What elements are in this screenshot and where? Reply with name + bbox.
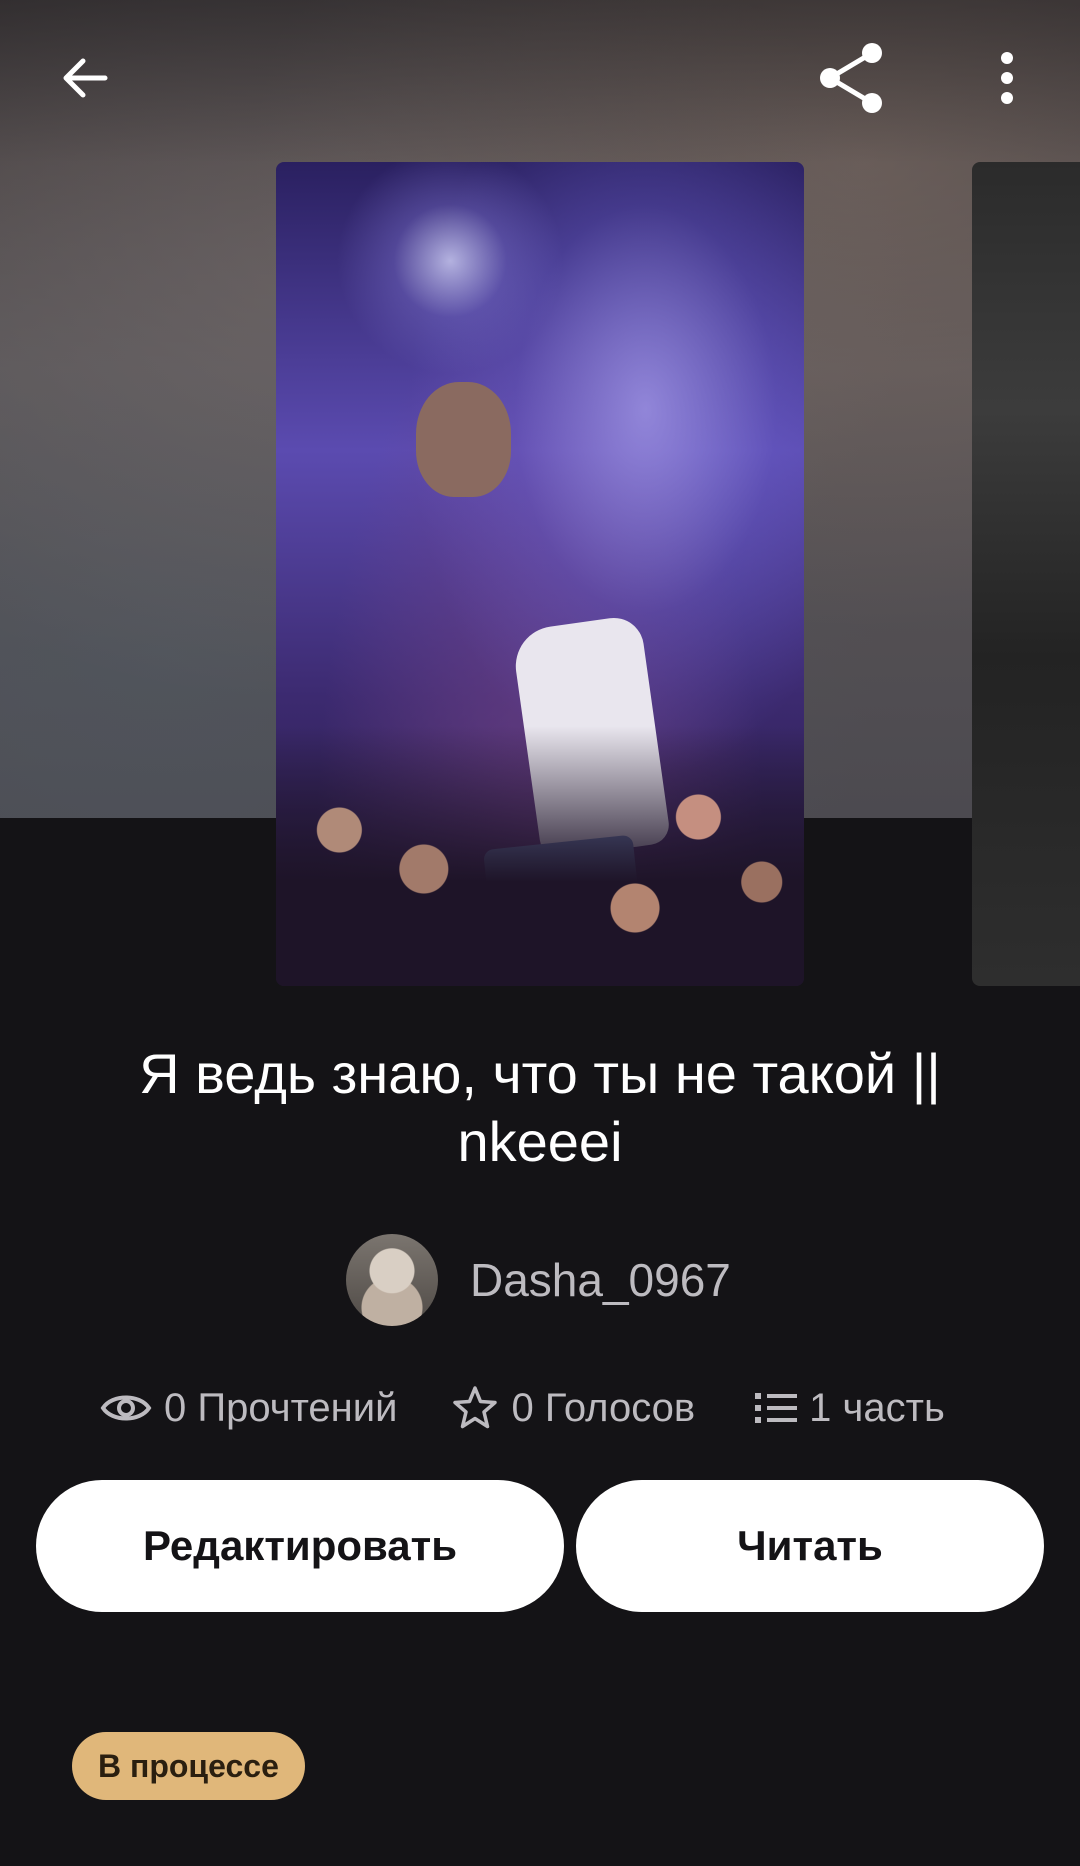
next-story-cover[interactable]	[972, 162, 1080, 986]
parts-stat: 1 часть	[755, 1386, 945, 1431]
reads-stat: 0 Прочтений	[100, 1386, 397, 1431]
author-name[interactable]: Dasha_0967	[470, 1253, 731, 1307]
eye-icon	[100, 1395, 152, 1421]
story-details-screen: Я ведь знаю, что ты не такой || nkeeei D…	[0, 0, 1080, 1866]
votes-count: 0 Голосов	[511, 1385, 696, 1430]
read-button[interactable]: Читать	[576, 1480, 1044, 1612]
cover-figure-head	[416, 382, 511, 497]
story-cover-image[interactable]	[276, 162, 804, 986]
back-button[interactable]	[40, 38, 130, 118]
more-options-button[interactable]	[962, 38, 1052, 118]
reads-count: 0 Прочтений	[164, 1385, 398, 1430]
status-badge: В процессе	[72, 1732, 305, 1800]
story-stats: 0 Прочтений 0 Голосов 1 часть	[100, 1378, 990, 1438]
share-button[interactable]	[806, 38, 896, 118]
story-title: Я ведь знаю, что ты не такой || nkeeei	[139, 1042, 941, 1173]
author-avatar[interactable]	[346, 1234, 438, 1326]
star-outline-icon	[453, 1386, 498, 1429]
list-icon	[755, 1393, 798, 1423]
parts-count: 1 часть	[809, 1385, 945, 1430]
more-vertical-icon	[1001, 52, 1013, 104]
author-row[interactable]: Dasha_0967	[346, 1234, 731, 1326]
edit-button[interactable]: Редактировать	[36, 1480, 564, 1612]
votes-stat: 0 Голосов	[451, 1384, 695, 1432]
share-icon	[820, 43, 882, 113]
arrow-left-icon	[63, 58, 108, 98]
cover-crowd	[276, 726, 804, 986]
